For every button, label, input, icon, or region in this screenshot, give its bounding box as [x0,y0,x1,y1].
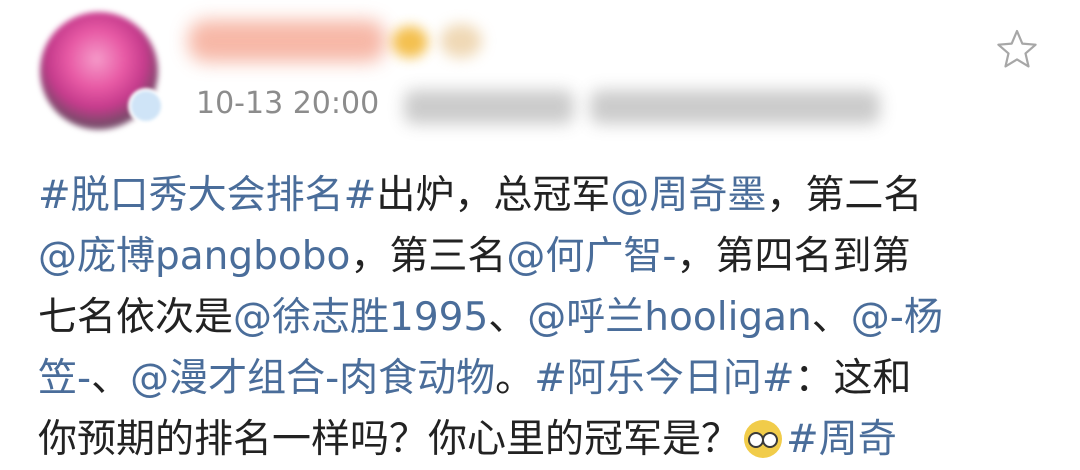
post-text: 七名依次是 [38,295,234,340]
nerd-glasses-emoji [744,420,783,458]
content-line: 笠-、@漫才组合-肉食动物。#阿乐今日问#：这和 [38,348,1048,409]
content-line: 七名依次是@徐志胜1995、@呼兰hooligan、@-杨 [38,287,1048,348]
post-text: 、 [811,295,851,340]
user-level-icon [440,24,482,58]
mention-link[interactable]: 笠- [38,356,91,401]
post-source-blurred [404,90,574,124]
mention-link[interactable]: @徐志胜1995 [233,295,488,340]
post-text: ，第四名到第 [676,234,911,279]
username-blurred[interactable] [188,20,386,62]
mention-link[interactable]: @庞博pangbobo [38,234,350,279]
post-text: 你预期的排名一样吗？你心里的冠军是？ [38,417,741,462]
mention-link[interactable]: @漫才组合-肉食动物 [130,356,495,401]
content-line: @庞博pangbobo，第三名@何广智-，第四名到第 [38,226,1048,287]
post-text: 出炉，总冠军 [376,173,611,218]
post-text: 、 [488,295,528,340]
post-text: ，第三名 [350,234,507,279]
post-text: ：这和 [794,356,912,401]
content-line: 你预期的排名一样吗？你心里的冠军是？ #周奇 [38,409,1048,470]
post-device-blurred [590,90,880,124]
hashtag-link[interactable]: #周奇 [786,417,897,462]
hashtag-link[interactable]: #阿乐今日问# [534,356,794,401]
user-badge-icon [392,26,428,58]
post-text: 。 [495,356,535,401]
post-text: 、 [91,356,131,401]
verified-badge-icon [128,88,164,124]
favorite-star-icon[interactable] [996,28,1038,70]
mention-link[interactable]: @何广智- [506,234,676,279]
mention-link[interactable]: @周奇墨 [610,173,766,218]
post-timestamp: 10-13 20:00 [196,86,380,121]
post-meta: 10-13 20:00 [196,86,379,121]
hashtag-link[interactable]: #脱口秀大会排名# [38,173,376,218]
post-text: ，第二名 [766,173,923,218]
content-line: #脱口秀大会排名#出炉，总冠军@周奇墨，第二名 [38,165,1048,226]
mention-link[interactable]: @-杨 [851,295,943,340]
post-content: #脱口秀大会排名#出炉，总冠军@周奇墨，第二名 @庞博pangbobo，第三名@何… [38,165,1048,470]
mention-link[interactable]: @呼兰hooligan [527,295,811,340]
